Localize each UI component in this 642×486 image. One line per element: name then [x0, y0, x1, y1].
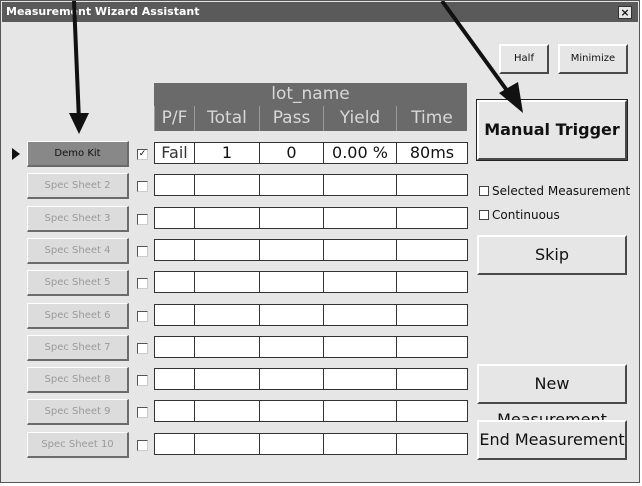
- row-checkbox[interactable]: ✓: [137, 149, 148, 160]
- cell-total: [194, 400, 260, 422]
- continuous-checkbox[interactable]: [479, 209, 489, 220]
- cell-pf: [154, 207, 195, 229]
- cell-pf: [154, 304, 195, 326]
- cell-yield: 0.00 %: [323, 142, 397, 164]
- cell-pf: [154, 239, 195, 261]
- new-measurement-button[interactable]: New Measurement: [477, 364, 627, 429]
- cell-time: [396, 239, 468, 261]
- half-button[interactable]: Half: [499, 44, 549, 74]
- cell-total: [194, 433, 260, 455]
- lot-name-header: lot_name: [154, 83, 467, 106]
- cell-pass: [259, 400, 324, 422]
- cell-time: [396, 400, 468, 422]
- sheet-button[interactable]: Spec Sheet 8: [27, 367, 129, 393]
- sheet-button[interactable]: Spec Sheet 9: [27, 399, 129, 425]
- cell-pf: Fail: [154, 142, 195, 164]
- cell-time: [396, 336, 468, 358]
- cell-yield: [323, 304, 397, 326]
- title-bar: Measurement Wizard Assistant ×: [2, 2, 638, 22]
- column-header-pf: P/F: [154, 106, 194, 131]
- cell-yield: [323, 368, 397, 390]
- row-checkbox[interactable]: [137, 375, 148, 386]
- sheet-button[interactable]: Spec Sheet 7: [27, 335, 129, 361]
- sheet-button[interactable]: Spec Sheet 2: [27, 173, 129, 199]
- sheet-button[interactable]: Spec Sheet 5: [27, 270, 129, 296]
- sheet-button[interactable]: Spec Sheet 6: [27, 303, 129, 329]
- window-title: Measurement Wizard Assistant: [6, 5, 200, 18]
- cell-total: [194, 336, 260, 358]
- row-checkbox[interactable]: [137, 440, 148, 451]
- cell-yield: [323, 336, 397, 358]
- end-measurement-button[interactable]: End Measurement: [477, 420, 627, 460]
- sheet-button[interactable]: Spec Sheet 3: [27, 206, 129, 232]
- cell-total: [194, 174, 260, 196]
- cell-yield: [323, 271, 397, 293]
- cell-pf: [154, 400, 195, 422]
- cell-yield: [323, 239, 397, 261]
- cell-total: [194, 207, 260, 229]
- column-header-yield: Yield: [323, 106, 396, 131]
- cell-time: [396, 368, 468, 390]
- continuous-label: Continuous: [492, 208, 560, 222]
- continuous-option[interactable]: Continuous: [479, 208, 560, 222]
- row-checkbox[interactable]: [137, 343, 148, 354]
- manual-trigger-button[interactable]: Manual Trigger: [476, 99, 628, 161]
- cell-pass: [259, 368, 324, 390]
- cell-pass: [259, 174, 324, 196]
- column-header-total: Total: [194, 106, 259, 131]
- cell-pf: [154, 433, 195, 455]
- cell-total: [194, 368, 260, 390]
- sheet-button[interactable]: Spec Sheet 4: [27, 238, 129, 264]
- cell-pf: [154, 368, 195, 390]
- cell-total: [194, 239, 260, 261]
- cell-time: [396, 433, 468, 455]
- cell-total: [194, 271, 260, 293]
- row-checkbox[interactable]: [137, 311, 148, 322]
- column-header-pass: Pass: [259, 106, 323, 131]
- skip-button[interactable]: Skip: [477, 235, 627, 275]
- column-header-time: Time: [396, 106, 467, 131]
- sheet-button[interactable]: Demo Kit: [27, 141, 129, 167]
- cell-pass: [259, 304, 324, 326]
- cell-time: [396, 207, 468, 229]
- cell-yield: [323, 174, 397, 196]
- cell-total: 1: [194, 142, 260, 164]
- active-row-pointer-icon: [12, 148, 20, 160]
- row-checkbox[interactable]: [137, 407, 148, 418]
- cell-pass: [259, 433, 324, 455]
- close-button[interactable]: ×: [618, 6, 632, 19]
- row-checkbox[interactable]: [137, 278, 148, 289]
- cell-time: 80ms: [396, 142, 468, 164]
- cell-pf: [154, 336, 195, 358]
- minimize-button[interactable]: Minimize: [558, 44, 628, 74]
- row-checkbox[interactable]: [137, 246, 148, 257]
- selected-measurement-label: Selected Measurement: [492, 184, 631, 198]
- cell-pass: 0: [259, 142, 324, 164]
- cell-pass: [259, 239, 324, 261]
- row-checkbox[interactable]: [137, 181, 148, 192]
- cell-yield: [323, 400, 397, 422]
- cell-pf: [154, 271, 195, 293]
- cell-time: [396, 271, 468, 293]
- measurement-wizard-window: Measurement Wizard Assistant × lot_name …: [0, 0, 640, 483]
- selected-measurement-checkbox[interactable]: [479, 185, 489, 196]
- cell-pf: [154, 174, 195, 196]
- cell-pass: [259, 207, 324, 229]
- cell-pass: [259, 336, 324, 358]
- cell-yield: [323, 207, 397, 229]
- sheet-button[interactable]: Spec Sheet 10: [27, 432, 129, 458]
- cell-pass: [259, 271, 324, 293]
- selected-measurement-option[interactable]: Selected Measurement: [479, 184, 630, 198]
- cell-total: [194, 304, 260, 326]
- cell-time: [396, 304, 468, 326]
- cell-time: [396, 174, 468, 196]
- row-checkbox[interactable]: [137, 214, 148, 225]
- cell-yield: [323, 433, 397, 455]
